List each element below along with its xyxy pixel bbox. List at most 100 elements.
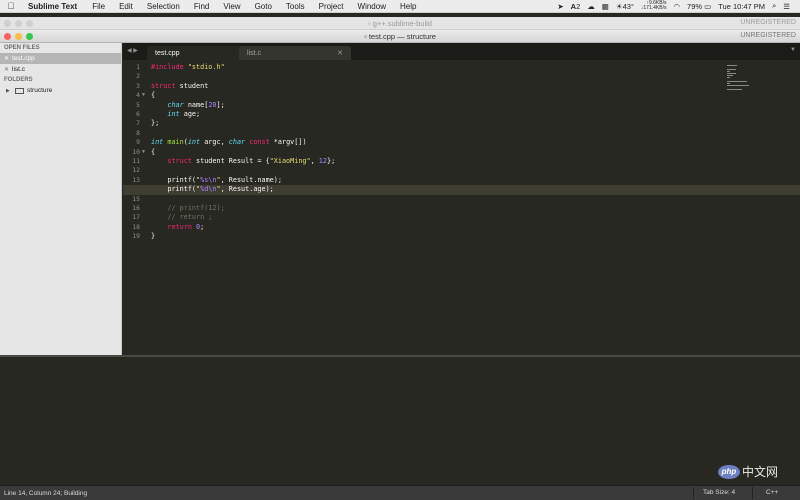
code-line[interactable]: { — [151, 91, 155, 100]
code-line[interactable]: char name[20]; — [151, 101, 224, 110]
line-number: 13 — [132, 175, 140, 184]
spotlight-search-icon[interactable]: ⌕ — [772, 1, 776, 11]
grid-icon[interactable]: ▦ — [602, 2, 609, 11]
minimap[interactable] — [727, 65, 755, 93]
line-number: 10 — [132, 147, 140, 156]
menu-help[interactable]: Help — [393, 2, 423, 11]
menu-file[interactable]: File — [85, 2, 112, 11]
editor-area: ◀ ▶ test.cpp ✕ list.c ✕ ▼ 1234▼5678910▼1… — [123, 43, 800, 355]
folders-header: FOLDERS — [4, 77, 33, 83]
open-file-label: list.c — [12, 66, 25, 73]
line-number: 11 — [132, 157, 140, 165]
app-menu[interactable]: Sublime Text — [22, 2, 85, 11]
code-line[interactable]: } — [151, 232, 155, 241]
open-file-label: test.cpp — [12, 55, 35, 62]
line-number-gutter: 1234▼5678910▼111213141516171819 — [123, 60, 147, 355]
code-line[interactable]: struct student Result = {"XiaoMing", 12}… — [151, 157, 335, 166]
file-icon: ▫ — [364, 32, 367, 41]
window-title-text: g++.sublime-build — [372, 19, 432, 28]
menu-bar:  Sublime Text File Edit Selection Find … — [0, 0, 800, 13]
open-files-header: OPEN FILES — [4, 45, 40, 51]
unregistered-label: UNREGISTERED — [740, 32, 796, 39]
main-window-titlebar[interactable]: ▫ test.cpp — structure UNREGISTERED — [0, 30, 800, 43]
fold-arrow-icon[interactable]: ▼ — [141, 148, 146, 157]
notification-center-icon[interactable]: ☰ — [783, 2, 790, 11]
battery-icon[interactable]: 79% ▭ — [687, 2, 711, 11]
menu-project[interactable]: Project — [312, 2, 351, 11]
net-down: 171.4KB/s — [643, 5, 667, 11]
folder-label: structure — [27, 87, 53, 94]
tab-nav-arrows-icon[interactable]: ◀ ▶ — [127, 47, 138, 54]
open-file-test-cpp[interactable]: ✕ test.cpp — [0, 53, 121, 64]
adobe-cc-icon[interactable]: A2 — [571, 2, 581, 11]
line-number: 18 — [132, 222, 140, 231]
code-line[interactable]: printf("%s\n", Result.name); — [151, 176, 282, 185]
php-logo: php — [718, 464, 740, 479]
tab-close-icon[interactable]: ✕ — [337, 49, 343, 57]
syntax-button[interactable]: C++ — [752, 487, 792, 499]
line-number: 2 — [136, 72, 140, 81]
code-line[interactable]: int age; — [151, 110, 200, 119]
close-file-icon[interactable]: ✕ — [4, 55, 12, 62]
open-file-list-c[interactable]: ✕ list.c — [0, 64, 121, 75]
tab-label: list.c — [247, 49, 261, 57]
disclosure-triangle-icon[interactable]: ▶ — [6, 88, 15, 94]
background-window-titlebar[interactable]: ▫ g++.sublime-build UNREGISTERED — [0, 17, 800, 30]
cloud-icon[interactable]: ☁ — [587, 2, 595, 11]
menu-view[interactable]: View — [216, 2, 247, 11]
menu-tools[interactable]: Tools — [279, 2, 312, 11]
code-line[interactable]: { — [151, 148, 155, 157]
line-number: 17 — [132, 213, 140, 222]
apple-menu-icon[interactable]:  — [0, 1, 22, 11]
window-title: ▫ test.cpp — structure — [0, 32, 800, 41]
folder-structure[interactable]: ▶ structure — [0, 85, 121, 96]
php-cn-watermark: php 中文网 — [718, 463, 778, 480]
tab-dropdown-icon[interactable]: ▼ — [790, 47, 796, 53]
menu-find[interactable]: Find — [187, 2, 217, 11]
folder-icon — [15, 87, 24, 94]
status-menus: ➤ A2 ☁ ▦ ☀43° ↑9.6KB/s ↓171.4KB/s ◠ 79% ▭… — [557, 1, 800, 11]
sun-icon[interactable]: ☀43° — [616, 2, 634, 11]
menu-edit[interactable]: Edit — [112, 2, 140, 11]
close-file-icon[interactable]: ✕ — [4, 66, 12, 73]
code-line[interactable]: printf("%d\n", Resut.age); — [151, 185, 273, 194]
status-position: Line 14, Column 24; Building — [4, 490, 88, 497]
code-line[interactable]: // printf(12); — [151, 204, 224, 213]
line-number: 6 — [136, 110, 140, 118]
code-line[interactable]: int main(int argc, char const *argv[]) — [151, 138, 307, 147]
code-line[interactable]: }; — [151, 119, 159, 128]
tab-bar: ◀ ▶ test.cpp ✕ list.c ✕ ▼ — [123, 43, 800, 60]
line-number: 5 — [136, 100, 140, 109]
location-arrow-icon[interactable]: ➤ — [557, 2, 563, 11]
menu-selection[interactable]: Selection — [140, 2, 187, 11]
code-line[interactable]: #include "stdio.h" — [151, 63, 225, 72]
tab-size-button[interactable]: Tab Size: 4 — [693, 487, 745, 499]
code-line[interactable]: // return ; — [151, 213, 212, 222]
watermark-text: 中文网 — [742, 465, 779, 479]
battery-percent: 79% — [687, 1, 703, 11]
code-line[interactable]: return 0; — [151, 223, 204, 232]
adobe-badge: 2 — [576, 1, 581, 11]
line-number: 12 — [132, 166, 140, 175]
code-line[interactable]: struct student — [151, 82, 208, 91]
temperature: 43° — [622, 1, 634, 11]
line-number: 19 — [132, 232, 140, 241]
window-title-text: test.cpp — structure — [368, 32, 436, 41]
menu-goto[interactable]: Goto — [248, 2, 279, 11]
wifi-icon[interactable]: ◠ — [673, 2, 680, 11]
tab-label: test.cpp — [155, 49, 180, 57]
status-bar: Line 14, Column 24; Building Tab Size: 4… — [0, 485, 800, 500]
line-number: 3 — [136, 81, 140, 90]
window-title: ▫ g++.sublime-build — [0, 19, 800, 28]
line-number: 1 — [136, 63, 140, 71]
line-number: 16 — [132, 204, 140, 212]
line-number: 7 — [136, 119, 140, 128]
fold-arrow-icon[interactable]: ▼ — [141, 91, 146, 100]
unregistered-label: UNREGISTERED — [740, 19, 796, 26]
code-view[interactable]: #include "stdio.h" struct student{ char n… — [123, 60, 800, 355]
build-output-panel[interactable] — [0, 355, 800, 485]
clock[interactable]: Tue 10:47 PM — [718, 2, 765, 11]
menu-window[interactable]: Window — [351, 2, 393, 11]
tab-list-c[interactable]: list.c ✕ — [239, 46, 351, 60]
network-speed[interactable]: ↑9.6KB/s ↓171.4KB/s — [641, 1, 667, 11]
